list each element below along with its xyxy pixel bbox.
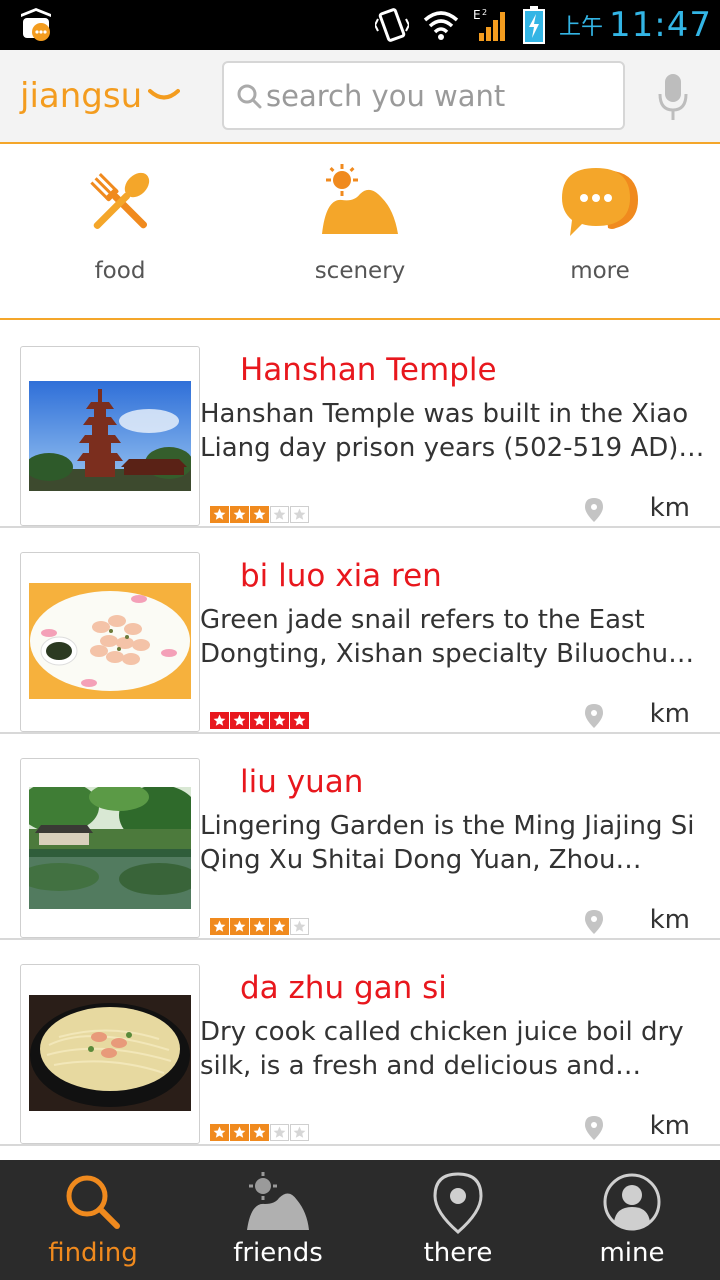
distance-unit: km xyxy=(649,905,690,935)
magnifier-icon xyxy=(66,1175,120,1229)
location-pin-icon xyxy=(585,1116,603,1140)
rating-stars xyxy=(210,712,309,729)
region-label: jiangsu xyxy=(20,76,143,116)
item-title: bi luo xia ren xyxy=(240,558,442,594)
item-title: liu yuan xyxy=(240,764,364,800)
chat-bubble-icon xyxy=(562,168,638,236)
list-item[interactable]: bi luo xia ren Green jade snail refers t… xyxy=(0,528,720,734)
distance-unit: km xyxy=(649,699,690,729)
status-time: 11:47 xyxy=(609,5,712,45)
noodle-soup-photo xyxy=(29,995,191,1111)
status-ampm: 上午 xyxy=(559,15,604,40)
fork-spoon-icon xyxy=(90,172,150,230)
item-description: Dry cook called chicken juice boil dry s… xyxy=(200,1017,684,1081)
microphone-icon[interactable] xyxy=(658,72,688,122)
sun-mountain-icon xyxy=(322,164,398,234)
vibrate-icon xyxy=(375,8,409,42)
pagoda-photo xyxy=(29,381,191,491)
battery-charging-icon xyxy=(523,6,545,44)
app-notification-icon xyxy=(21,8,51,41)
star-empty-icon xyxy=(290,918,309,935)
star-filled-icon xyxy=(210,712,229,729)
item-thumbnail xyxy=(20,552,200,732)
item-thumbnail xyxy=(20,964,200,1144)
item-thumbnail xyxy=(20,758,200,938)
list-item[interactable]: liu yuan Lingering Garden is the Ming Ji… xyxy=(0,734,720,940)
distance-unit: km xyxy=(649,1111,690,1141)
star-filled-icon xyxy=(230,712,249,729)
search-box[interactable] xyxy=(222,61,625,130)
cell-signal-icon: E 2 xyxy=(473,8,505,41)
nav-there[interactable]: there xyxy=(368,1160,548,1280)
svg-text:E: E xyxy=(473,8,481,22)
nav-mine[interactable]: mine xyxy=(542,1160,720,1280)
item-thumbnail xyxy=(20,346,200,526)
star-filled-icon xyxy=(250,1124,269,1141)
star-filled-icon xyxy=(250,506,269,523)
star-filled-icon xyxy=(290,712,309,729)
location-pin-icon xyxy=(585,498,603,522)
location-pin-icon xyxy=(585,704,603,728)
category-more[interactable]: more xyxy=(510,146,690,318)
item-description: Hanshan Temple was built in the Xiao Lia… xyxy=(200,399,689,463)
nav-finding[interactable]: finding xyxy=(3,1160,183,1280)
star-empty-icon xyxy=(290,1124,309,1141)
rating-stars xyxy=(210,506,309,523)
person-icon xyxy=(603,1173,661,1231)
nav-label: there xyxy=(423,1238,493,1268)
star-filled-icon xyxy=(210,1124,229,1141)
wifi-icon xyxy=(423,11,459,40)
star-filled-icon xyxy=(270,918,289,935)
shrimp-dish-photo xyxy=(29,583,191,699)
place-list: Hanshan Temple Hanshan Temple was built … xyxy=(0,322,720,1160)
nav-friends[interactable]: friends xyxy=(188,1160,368,1280)
nav-label: mine xyxy=(599,1238,665,1268)
rating-stars xyxy=(210,1124,309,1141)
star-filled-icon xyxy=(230,506,249,523)
category-scenery[interactable]: scenery xyxy=(270,146,450,318)
item-title: da zhu gan si xyxy=(240,970,447,1006)
list-item[interactable]: Hanshan Temple Hanshan Temple was built … xyxy=(0,322,720,528)
chevron-down-icon xyxy=(148,89,181,100)
location-pin-icon xyxy=(585,910,603,934)
star-filled-icon xyxy=(270,712,289,729)
location-pin-icon xyxy=(433,1172,483,1234)
garden-photo xyxy=(29,787,191,909)
star-filled-icon xyxy=(230,918,249,935)
bottom-navigation: finding friends there mine xyxy=(0,1160,720,1280)
nav-label: finding xyxy=(48,1238,138,1268)
list-item[interactable]: da zhu gan si Dry cook called chicken ju… xyxy=(0,940,720,1146)
star-filled-icon xyxy=(210,506,229,523)
category-label: more xyxy=(570,258,630,284)
category-label: food xyxy=(94,258,146,284)
search-input[interactable] xyxy=(266,63,616,128)
star-filled-icon xyxy=(210,918,229,935)
item-description: Green jade snail refers to the East Dong… xyxy=(200,605,685,669)
star-empty-icon xyxy=(290,506,309,523)
star-empty-icon xyxy=(270,1124,289,1141)
star-empty-icon xyxy=(270,506,289,523)
search-icon xyxy=(237,84,262,109)
distance-unit: km xyxy=(649,493,690,523)
sun-mountain-icon xyxy=(247,1172,309,1230)
rating-stars xyxy=(210,918,309,935)
category-bar: food scenery more xyxy=(0,146,720,320)
item-description: Lingering Garden is the Ming Jiajing Si … xyxy=(200,811,695,875)
svg-text:2: 2 xyxy=(482,8,487,17)
region-selector[interactable]: jiangsu xyxy=(20,76,181,116)
category-label: scenery xyxy=(314,258,406,284)
nav-label: friends xyxy=(233,1238,323,1268)
star-filled-icon xyxy=(250,918,269,935)
top-bar: jiangsu xyxy=(0,50,720,144)
category-food[interactable]: food xyxy=(30,146,210,318)
star-filled-icon xyxy=(230,1124,249,1141)
status-bar: E 2 上午 11:47 xyxy=(0,0,720,50)
item-title: Hanshan Temple xyxy=(240,352,497,388)
star-filled-icon xyxy=(250,712,269,729)
